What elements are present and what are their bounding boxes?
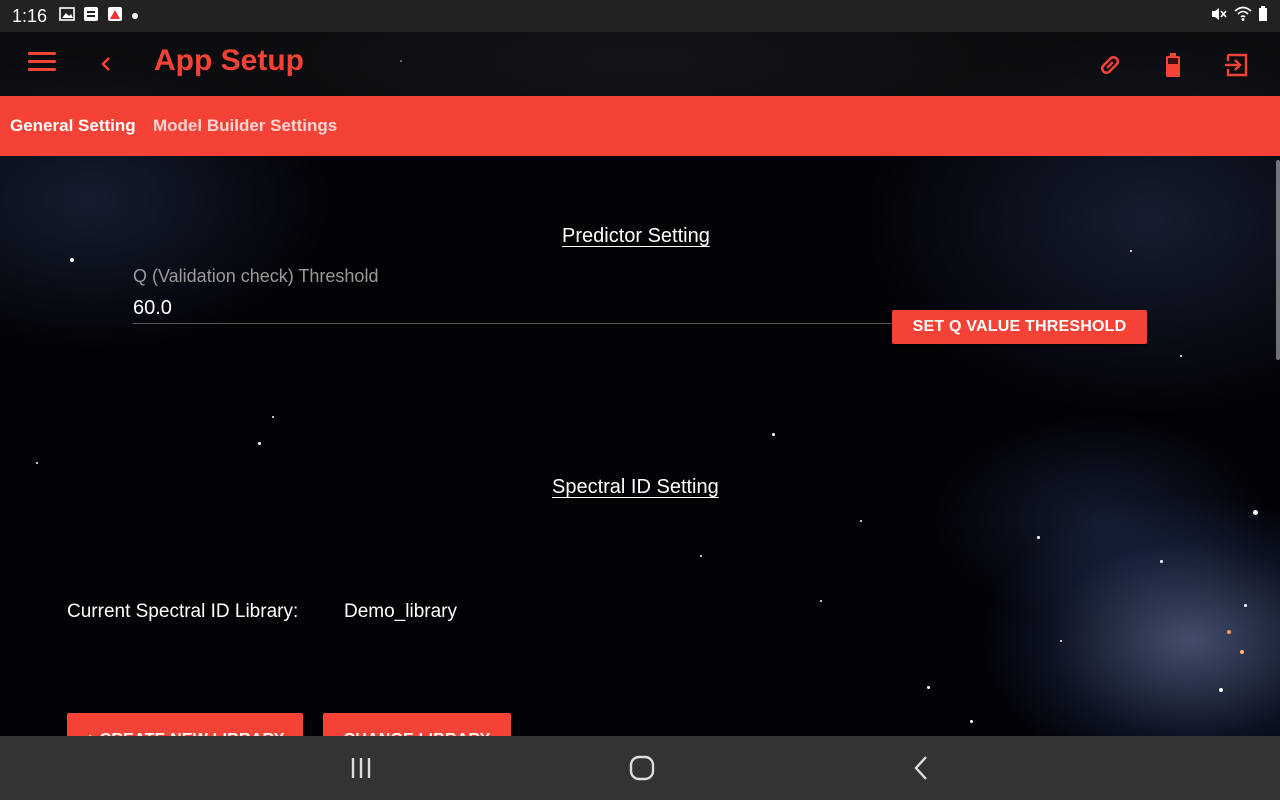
tab-bar: General Setting Model Builder Settings: [0, 96, 1280, 156]
mute-icon: [1210, 6, 1228, 27]
background-star: [1253, 510, 1258, 515]
home-icon[interactable]: [627, 754, 657, 782]
page-title: App Setup: [154, 44, 304, 77]
q-threshold-label: Q (Validation check) Threshold: [133, 266, 379, 286]
background-star: [927, 686, 930, 689]
tab-model-builder-settings[interactable]: Model Builder Settings: [153, 116, 337, 136]
status-bar: 1:16: [0, 0, 1280, 32]
background-star: [820, 600, 822, 602]
background-star: [860, 520, 862, 522]
recents-icon[interactable]: [347, 754, 377, 782]
background-star: [772, 433, 775, 436]
background-star: [1227, 630, 1231, 634]
background-star: [36, 462, 38, 464]
back-icon[interactable]: [907, 754, 937, 782]
background-star: [1244, 604, 1247, 607]
background-star: [1130, 250, 1132, 252]
background-star: [970, 720, 973, 723]
navigation-bar: [0, 736, 1280, 800]
link-icon[interactable]: [1095, 50, 1125, 80]
background-star: [1160, 560, 1163, 563]
background-star: [1180, 355, 1182, 357]
menu-icon[interactable]: [28, 52, 56, 76]
logout-icon[interactable]: [1222, 50, 1252, 80]
current-library-value: Demo_library: [344, 601, 457, 622]
current-library-label: Current Spectral ID Library:: [67, 601, 299, 622]
background-star: [1060, 640, 1062, 642]
notification-icon: [83, 6, 99, 27]
battery-status-icon[interactable]: [1158, 50, 1188, 80]
wifi-icon: [1234, 6, 1252, 27]
set-q-value-threshold-button[interactable]: SET Q VALUE THRESHOLD: [892, 310, 1147, 344]
app-notification-icon: [107, 6, 123, 27]
background-star: [700, 555, 702, 557]
background-star: [272, 416, 274, 418]
tab-general-setting[interactable]: General Setting: [10, 116, 136, 136]
app-screen: 1:16 App Setup General Setting Model Bui…: [0, 0, 1280, 800]
battery-icon: [1258, 5, 1268, 27]
background-star: [1240, 650, 1244, 654]
app-bar: App Setup: [0, 32, 1280, 96]
background-star: [1219, 688, 1223, 692]
status-right-icons: [1210, 5, 1268, 27]
back-arrow-icon[interactable]: [94, 46, 118, 82]
dot-icon: [131, 7, 139, 25]
status-time: 1:16: [12, 5, 48, 26]
background-star: [1037, 536, 1040, 539]
spectral-id-setting-heading: Spectral ID Setting: [552, 476, 719, 498]
q-threshold-input[interactable]: [133, 294, 893, 324]
background-star: [70, 258, 74, 262]
scrollbar[interactable]: [1276, 160, 1280, 360]
background-star: [258, 442, 261, 445]
predictor-setting-heading: Predictor Setting: [562, 225, 710, 247]
gallery-icon: [59, 6, 75, 27]
